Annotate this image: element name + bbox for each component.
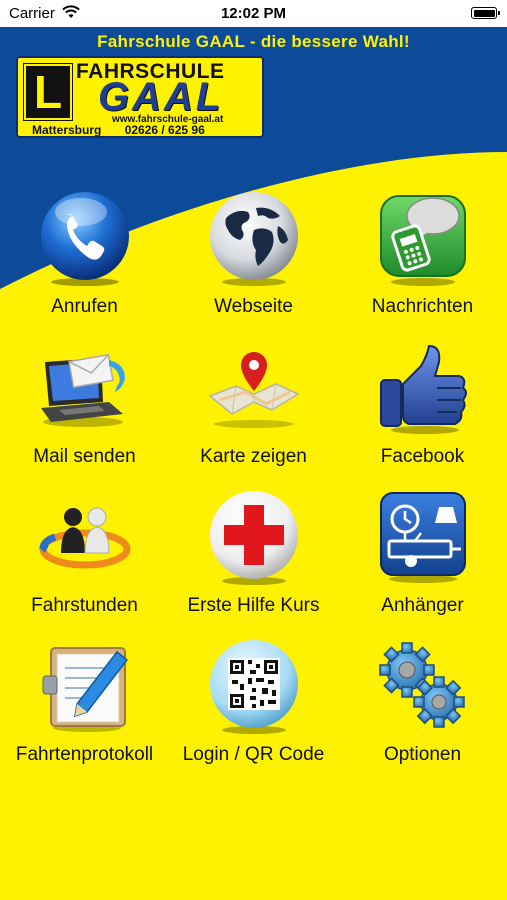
optionen-label: Optionen [383,744,462,765]
clock: 12:02 PM [220,5,287,22]
facebook-label: Facebook [380,446,465,467]
karte-zeigen-button[interactable]: Karte zeigen [169,340,338,485]
webseite-label: Webseite [214,296,293,317]
facebook-button[interactable]: Facebook [338,340,507,485]
trailer-icon [380,492,466,583]
optionen-button[interactable]: Optionen [338,638,507,783]
login-qr-code-button[interactable]: Login / QR Code [169,638,338,783]
status-bar: Carrier 12:02 PM [0,0,507,27]
logo-contact: Mattersburg 02626 / 625 96 [32,123,205,137]
thumbs-up-icon [380,344,467,434]
map-pin-icon [208,352,300,428]
mail-senden-button[interactable]: Mail senden [0,340,169,485]
phone-icon [41,192,129,286]
clipboard-pen-icon [42,647,129,732]
red-cross-icon [210,491,298,585]
nachrichten-button[interactable]: Nachrichten [338,190,507,335]
karte-zeigen-label: Karte zeigen [200,446,307,467]
logo-phone: 02626 / 625 96 [124,123,205,137]
qr-code-icon [210,640,298,734]
erste-hilfe-kurs-button[interactable]: Erste Hilfe Kurs [169,489,338,634]
gears-icon [379,642,465,728]
logo-l-plate: L [24,64,72,120]
erste-hilfe-kurs-label: Erste Hilfe Kurs [187,595,320,616]
webseite-button[interactable]: Webseite [169,190,338,335]
mail-senden-label: Mail senden [33,446,136,467]
fahrtenprotokoll-label: Fahrtenprotokoll [15,744,154,765]
anrufen-label: Anrufen [51,296,118,317]
login-qr-code-label: Login / QR Code [182,744,325,765]
mail-laptop-icon [41,353,125,427]
anhaenger-button[interactable]: Anhänger [338,489,507,634]
logo-city: Mattersburg [32,123,102,137]
globe-icon [210,192,298,286]
message-icon [380,195,466,286]
people-icon [39,507,131,569]
fahrtenprotokoll-button[interactable]: Fahrtenprotokoll [0,638,169,783]
fahrstunden-label: Fahrstunden [31,595,138,616]
driving-school-logo[interactable]: L FAHRSCHULE GAAL www.fahrschule-gaal.at… [16,56,264,138]
nachrichten-label: Nachrichten [371,296,474,317]
anhaenger-label: Anhänger [381,595,464,616]
slogan: Fahrschule GAAL - die bessere Wahl! [97,32,410,51]
anrufen-button[interactable]: Anrufen [0,190,169,335]
fahrstunden-button[interactable]: Fahrstunden [0,489,169,634]
battery-icon [471,7,500,19]
